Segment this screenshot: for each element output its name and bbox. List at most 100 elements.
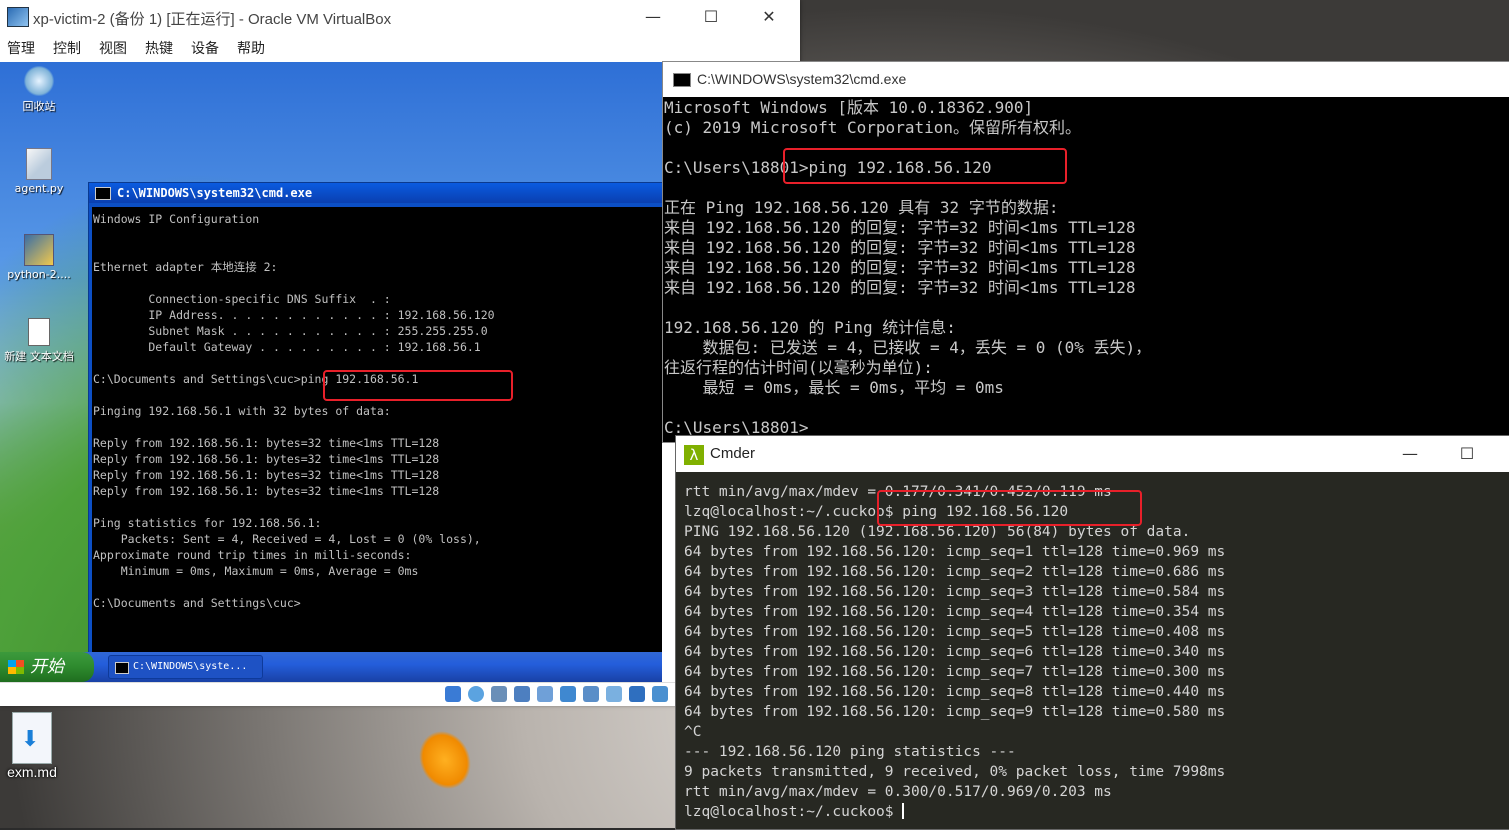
console-line: Packets: Sent = 4, Received = 4, Lost = … (93, 532, 481, 546)
console-line: Ethernet adapter 本地连接 2: (93, 260, 278, 274)
virtualbox-menubar: 管理 控制 视图 热键 设备 帮助 (0, 34, 800, 60)
annotation-box-xp-ping (323, 370, 513, 401)
xp-taskbar-item-label: C:\WINDOWS\syste... (133, 661, 248, 672)
console-line: Approximate round trip times in milli-se… (93, 548, 412, 562)
console-line: 来自 192.168.56.120 的回复: 字节=32 时间<1ms TTL=… (664, 238, 1136, 257)
console-line: Reply from 192.168.56.1: bytes=32 time<1… (93, 468, 440, 482)
console-line: 64 bytes from 192.168.56.120: icmp_seq=6… (684, 644, 1226, 660)
console-line: Subnet Mask . . . . . . . . . . . : 255.… (93, 324, 488, 338)
cmd-icon (115, 662, 129, 674)
download-file-icon (12, 712, 52, 764)
xp-desktop-icon-new-text-doc[interactable]: 新建 文本文档 (4, 318, 74, 364)
console-line: rtt min/avg/max/mdev = 0.300/0.517/0.969… (684, 784, 1112, 800)
optical-drive-status-icon[interactable] (468, 686, 484, 702)
console-line: 64 bytes from 192.168.56.120: icmp_seq=4… (684, 604, 1226, 620)
butterfly-decoration (409, 722, 481, 798)
console-line: Default Gateway . . . . . . . . . : 192.… (93, 340, 481, 354)
menu-control[interactable]: 控制 (53, 38, 81, 58)
console-line: 64 bytes from 192.168.56.120: icmp_seq=8… (684, 684, 1226, 700)
text-file-icon (28, 318, 50, 346)
console-line: 64 bytes from 192.168.56.120: icmp_seq=1… (684, 544, 1226, 560)
menu-manage[interactable]: 管理 (7, 38, 35, 58)
console-line: Ping statistics for 192.168.56.1: (93, 516, 322, 530)
virtualbox-title: xp-victim-2 (备份 1) [正在运行] - Oracle VM Vi… (33, 11, 392, 28)
xp-desktop-icon-agent[interactable]: agent.py (4, 148, 74, 195)
console-line: IP Address. . . . . . . . . . . . : 192.… (93, 308, 495, 322)
minimize-button[interactable]: — (624, 0, 682, 34)
win10-cmd-titlebar[interactable]: C:\WINDOWS\system32\cmd.exe (663, 62, 1509, 97)
audio-status-icon[interactable] (491, 686, 507, 702)
console-line: Minimum = 0ms, Maximum = 0ms, Average = … (93, 564, 419, 578)
console-line: (c) 2019 Microsoft Corporation。保留所有权利。 (664, 118, 1081, 137)
harddisk-status-icon[interactable] (445, 686, 461, 702)
console-line: C:\Documents and Settings\cuc> (93, 596, 301, 610)
lambda-icon: λ (684, 445, 704, 465)
text-cursor (902, 803, 905, 819)
mouse-integration-status-icon[interactable] (652, 686, 668, 702)
console-line: 来自 192.168.56.120 的回复: 字节=32 时间<1ms TTL=… (664, 258, 1136, 277)
virtualization-status-icon[interactable] (629, 686, 645, 702)
console-line: 最短 = 0ms，最长 = 0ms，平均 = 0ms (664, 378, 1004, 397)
xp-taskbar-item-cmd[interactable]: C:\WINDOWS\syste... (108, 655, 263, 679)
xp-taskbar: 开始 C:\WINDOWS\syste... (0, 652, 662, 682)
console-line: 正在 Ping 192.168.56.120 具有 32 字节的数据: (664, 198, 1059, 217)
console-line: 64 bytes from 192.168.56.120: icmp_seq=2… (684, 564, 1226, 580)
host-desktop-icon-exm[interactable]: exm.md (2, 712, 62, 781)
annotation-box-win10-ping (783, 148, 1067, 184)
xp-cmd-titlebar[interactable]: C:\WINDOWS\system32\cmd.exe (89, 183, 662, 203)
console-line: 64 bytes from 192.168.56.120: icmp_seq=5… (684, 624, 1226, 640)
recycle-bin-icon (23, 66, 55, 96)
xp-desktop-icon-python-installer[interactable]: python-2.... (4, 234, 74, 281)
console-line: Microsoft Windows [版本 10.0.18362.900] (664, 98, 1034, 117)
console-line: Reply from 192.168.56.1: bytes=32 time<1… (93, 452, 440, 466)
maximize-button[interactable]: ☐ (1438, 436, 1496, 472)
xp-cmd-console[interactable]: Windows IP Configuration Ethernet adapte… (92, 207, 662, 669)
menu-hotkey[interactable]: 热键 (145, 38, 173, 58)
console-line: --- 192.168.56.120 ping statistics --- (684, 744, 1016, 760)
console-line: 9 packets transmitted, 9 received, 0% pa… (684, 764, 1226, 780)
xp-desktop-icon-label: agent.py (14, 182, 64, 195)
minimize-button[interactable]: — (1381, 436, 1439, 472)
close-button[interactable]: ✕ (740, 0, 798, 34)
console-line: Reply from 192.168.56.1: bytes=32 time<1… (93, 484, 440, 498)
xp-cmd-window[interactable]: C:\WINDOWS\system32\cmd.exe Windows IP C… (88, 182, 662, 674)
xp-desktop-icon-label: 回收站 (22, 100, 56, 113)
console-line: 来自 192.168.56.120 的回复: 字节=32 时间<1ms TTL=… (664, 278, 1136, 297)
console-line: 数据包: 已发送 = 4，已接收 = 4，丢失 = 0 (0% 丢失)， (664, 338, 1152, 357)
xp-cmd-title: C:\WINDOWS\system32\cmd.exe (117, 186, 313, 200)
win10-cmd-window[interactable]: C:\WINDOWS\system32\cmd.exe Microsoft Wi… (662, 61, 1509, 443)
console-line: Connection-specific DNS Suffix . : (93, 292, 391, 306)
console-line: 64 bytes from 192.168.56.120: icmp_seq=7… (684, 664, 1226, 680)
xp-desktop-icon-recycle-bin[interactable]: 回收站 (4, 66, 74, 114)
console-line: Windows IP Configuration (93, 212, 260, 226)
menu-view[interactable]: 视图 (99, 38, 127, 58)
console-line: 64 bytes from 192.168.56.120: icmp_seq=3… (684, 584, 1226, 600)
xp-start-button[interactable]: 开始 (0, 652, 94, 682)
console-line: 192.168.56.120 的 Ping 统计信息: (664, 318, 956, 337)
win10-cmd-title: C:\WINDOWS\system32\cmd.exe (697, 71, 907, 87)
cmder-title: Cmder (710, 445, 756, 462)
cmd-icon (95, 187, 111, 200)
console-line: 往返行程的估计时间(以毫秒为单位): (664, 358, 933, 377)
maximize-button[interactable]: ☐ (682, 0, 740, 34)
xp-start-label: 开始 (30, 657, 64, 677)
console-line: PING 192.168.56.120 (192.168.56.120) 56(… (684, 524, 1191, 540)
shared-folder-status-icon[interactable] (560, 686, 576, 702)
python-file-icon (26, 148, 52, 180)
console-line: Pinging 192.168.56.1 with 32 bytes of da… (93, 404, 391, 418)
usb-status-icon[interactable] (537, 686, 553, 702)
console-line: Reply from 192.168.56.1: bytes=32 time<1… (93, 436, 440, 450)
xp-cmd-output: Windows IP Configuration Ethernet adapte… (92, 207, 662, 611)
menu-devices[interactable]: 设备 (191, 38, 219, 58)
recording-status-icon[interactable] (606, 686, 622, 702)
display-status-icon[interactable] (583, 686, 599, 702)
console-line: lzq@localhost:~/.cuckoo$ (684, 804, 903, 820)
network-status-icon[interactable] (514, 686, 530, 702)
console-line: 64 bytes from 192.168.56.120: icmp_seq=9… (684, 704, 1226, 720)
cmder-titlebar[interactable]: λ Cmder — ☐ (676, 436, 1509, 472)
console-line: ^C (684, 724, 702, 740)
windows-flag-icon (8, 660, 24, 674)
host-desktop-icon-label: exm.md (7, 764, 57, 780)
virtualbox-titlebar[interactable]: xp-victim-2 (备份 1) [正在运行] - Oracle VM Vi… (0, 0, 800, 34)
menu-help[interactable]: 帮助 (237, 38, 265, 58)
